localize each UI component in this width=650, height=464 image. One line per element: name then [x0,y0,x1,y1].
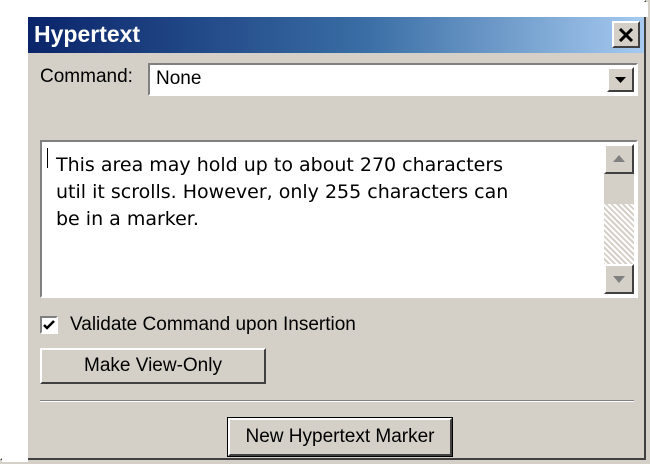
hypertext-dialog: Hypertext Command: None This area may ho… [0,0,648,462]
validate-command-row[interactable]: Validate Command upon Insertion [40,314,356,336]
window-title: Hypertext [34,21,141,47]
left-border [2,2,28,462]
command-selected-value: None [156,68,202,89]
title-bar[interactable]: Hypertext [28,17,644,53]
scroll-up-button[interactable] [604,144,634,174]
top-border [2,2,648,17]
scroll-track-upper [604,174,634,204]
make-view-only-button[interactable]: Make View-Only [40,348,266,384]
vertical-scrollbar[interactable] [604,144,634,294]
close-icon [618,27,634,42]
arrow-up-icon [613,155,625,162]
validate-command-checkbox[interactable] [40,316,58,334]
validate-command-label[interactable]: Validate Command upon Insertion [70,314,356,336]
arrow-down-icon [613,276,625,283]
hypertext-textarea[interactable]: This area may hold up to about 270 chara… [40,140,638,298]
scroll-down-button[interactable] [604,264,634,294]
command-select[interactable]: None [148,63,638,96]
command-label: Command: [40,66,133,87]
new-hypertext-marker-button[interactable]: New Hypertext Marker [227,417,453,457]
close-button[interactable] [612,21,640,48]
chevron-down-icon [615,77,626,83]
hypertext-content: This area may hold up to about 270 chara… [56,154,509,230]
command-dropdown-button[interactable] [607,67,634,92]
checkmark-icon [43,320,55,330]
separator [40,400,634,402]
text-caret [47,148,48,168]
